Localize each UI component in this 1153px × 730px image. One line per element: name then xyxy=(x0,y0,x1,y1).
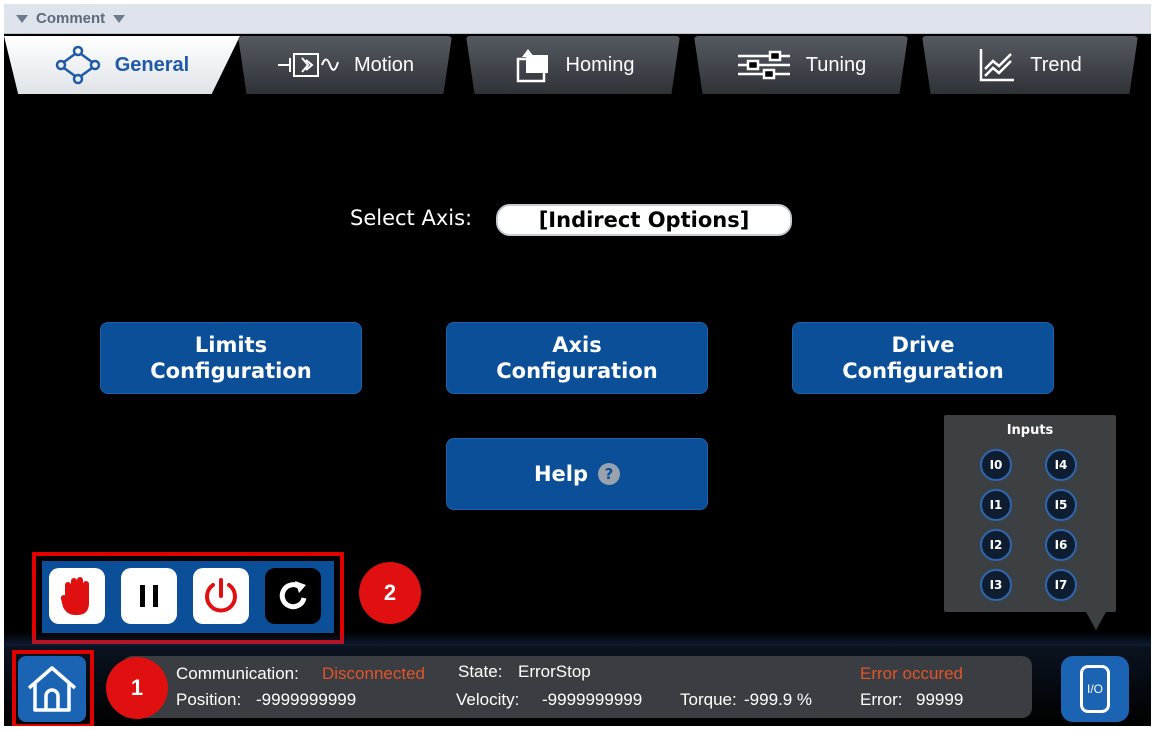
inputs-panel: Inputs I0 I1 I2 I3 I4 I5 I6 I7 xyxy=(944,415,1116,630)
tab-homing-label: Homing xyxy=(565,53,635,76)
comment-bar[interactable]: Comment xyxy=(4,4,1151,34)
select-axis-label: Select Axis: xyxy=(350,206,473,230)
tab-motion-label: Motion xyxy=(353,53,415,76)
power-icon xyxy=(205,578,237,613)
error-label: Error: xyxy=(860,690,903,709)
axis-button-line1: Axis xyxy=(552,333,602,357)
homing-icon xyxy=(516,49,548,83)
tab-general[interactable]: General xyxy=(4,36,240,94)
state-value: ErrorStop xyxy=(518,662,591,681)
communication-value: Disconnected xyxy=(322,664,426,683)
tab-tuning-label: Tuning xyxy=(805,53,867,76)
tab-homing[interactable]: Homing xyxy=(466,36,680,94)
control-button-group xyxy=(42,561,334,633)
axis-select[interactable]: [Indirect Options] xyxy=(496,204,792,236)
motion-icon xyxy=(277,53,339,77)
input-indicator-i6: I6 xyxy=(1045,529,1077,561)
input-indicator-i7: I7 xyxy=(1045,569,1077,601)
axis-configuration-button[interactable]: Axis Configuration xyxy=(446,322,708,394)
dropdown-arrow-icon[interactable] xyxy=(113,14,126,23)
home-icon xyxy=(27,666,77,712)
inputs-title: Inputs xyxy=(1006,423,1054,438)
io-button[interactable]: I/O xyxy=(1061,656,1129,722)
axis-button-line2: Configuration xyxy=(496,359,658,383)
comment-label: Comment xyxy=(36,10,106,27)
position-label: Position: xyxy=(176,690,242,709)
drive-configuration-button[interactable]: Drive Configuration xyxy=(792,322,1054,394)
power-button[interactable] xyxy=(193,568,249,624)
home-button[interactable] xyxy=(18,656,86,722)
trend-chart-icon xyxy=(979,49,1015,82)
error-value: 99999 xyxy=(916,690,964,709)
refresh-icon xyxy=(279,581,307,610)
communication-label: Communication: xyxy=(176,664,299,683)
tab-trend[interactable]: Trend xyxy=(922,36,1138,94)
input-indicator-i3: I3 xyxy=(980,569,1012,601)
position-value: -9999999999 xyxy=(256,690,357,709)
limits-button-line2: Configuration xyxy=(150,359,312,383)
pause-button[interactable] xyxy=(121,568,177,624)
sliders-icon xyxy=(737,50,790,80)
state-label: State: xyxy=(458,662,503,681)
help-button[interactable]: Help ? xyxy=(446,438,708,510)
tab-tuning[interactable]: Tuning xyxy=(694,36,908,94)
collapse-arrow-icon[interactable] xyxy=(16,14,28,23)
velocity-value: -9999999999 xyxy=(542,690,643,709)
help-button-label: Help xyxy=(533,462,589,486)
question-mark-icon: ? xyxy=(598,463,621,485)
hand-stop-icon xyxy=(60,577,89,615)
input-indicator-i5: I5 xyxy=(1045,489,1077,521)
tab-trend-label: Trend xyxy=(1030,53,1082,76)
annotation-badge-1: 1 xyxy=(106,657,168,719)
input-indicator-i0: I0 xyxy=(980,449,1012,481)
input-indicator-i1: I1 xyxy=(980,489,1012,521)
error-message: Error occured xyxy=(860,664,963,683)
tab-motion[interactable]: Motion xyxy=(238,36,452,94)
input-indicator-i4: I4 xyxy=(1045,449,1077,481)
torque-value: -999.9 % xyxy=(744,690,813,709)
hmi-screen: General Motion Homing Tuning Trend Selec… xyxy=(4,34,1151,726)
stop-button[interactable] xyxy=(49,568,105,624)
tab-general-label: General xyxy=(114,53,190,76)
pause-icon xyxy=(140,585,158,607)
limits-button-line1: Limits xyxy=(194,333,268,357)
input-indicator-i2: I2 xyxy=(980,529,1012,561)
io-button-label: I/O xyxy=(1086,682,1103,696)
drive-button-line1: Drive xyxy=(891,333,955,357)
reset-button[interactable] xyxy=(265,568,321,624)
drive-button-line2: Configuration xyxy=(842,359,1004,383)
annotation-badge-2: 2 xyxy=(359,562,421,624)
limits-configuration-button[interactable]: Limits Configuration xyxy=(100,322,362,394)
status-info-panel: Communication: Disconnected Position: -9… xyxy=(122,656,1032,718)
diamond-nodes-icon xyxy=(55,45,100,85)
io-icon: I/O xyxy=(1080,665,1110,713)
axis-select-value: [Indirect Options] xyxy=(538,208,750,232)
velocity-label: Velocity: xyxy=(456,690,520,709)
torque-label: Torque: xyxy=(680,690,737,709)
